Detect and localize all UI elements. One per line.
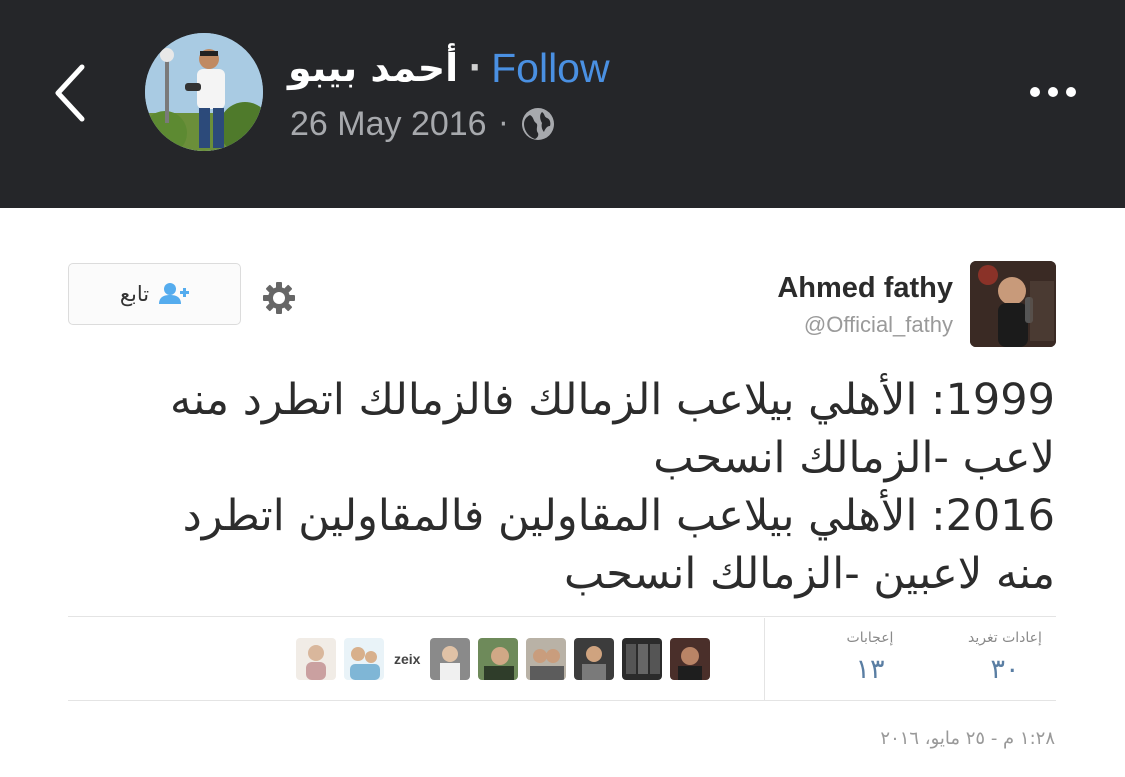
tweet-text: 1999: الأهلي بيلاعب الزمالك فالزمالك اتط… (90, 371, 1055, 603)
tweet-timestamp: ١:٢٨ م - ٢٥ مايو، ٢٠١٦ (880, 728, 1055, 749)
gear-icon (263, 282, 295, 314)
retweets-count: ٣٠ (990, 654, 1020, 685)
liker-avatar (670, 638, 711, 680)
post-date[interactable]: 26 May 2016 (290, 105, 487, 144)
chevron-left-icon (55, 64, 85, 122)
poster-name-line: أحمد بيبو · Follow (288, 40, 610, 96)
post-meta: 26 May 2016 · (290, 102, 556, 146)
likes-count: ١٣ (855, 654, 885, 685)
tweet-screenshot: تابع Ahmed fathy @Official_fathy 1999: ا… (0, 208, 1125, 777)
tweet-text-line: 1999: الأهلي بيلاعب الزمالك فالزمالك اتط… (170, 375, 1055, 425)
more-options-button[interactable] (1018, 72, 1088, 112)
likes-label: إعجابات (846, 630, 894, 646)
globe-icon (522, 108, 555, 140)
liker-avatar (622, 638, 663, 680)
add-user-icon (159, 283, 190, 304)
stats-divider-vertical (764, 618, 765, 700)
more-dots-icon (1030, 87, 1040, 97)
tweet-author-avatar (970, 261, 1056, 347)
liker-avatar (430, 638, 471, 680)
poster-name[interactable]: أحمد بيبو (288, 46, 458, 90)
tweet-author-handle: @Official_fathy (803, 312, 953, 337)
twitter-follow-button: تابع (68, 263, 241, 325)
twitter-follow-label: تابع (119, 282, 150, 306)
stats-divider-bottom (68, 700, 1056, 701)
liker-avatar (478, 638, 519, 680)
likes-stat: إعجابات ١٣ (830, 630, 910, 685)
liker-avatar (574, 638, 615, 680)
meta-separator: · (498, 106, 509, 142)
name-separator: · (468, 48, 482, 88)
tweet-text-line: 2016: الأهلي بيلاعب المقاولين فالمقاولين… (182, 491, 1055, 541)
back-button[interactable] (40, 58, 100, 128)
tweet-settings-button (259, 278, 299, 318)
poster-avatar[interactable] (145, 33, 263, 151)
stats-divider-top (68, 616, 1056, 617)
liker-avatar (526, 638, 567, 680)
liker-avatar (344, 638, 384, 680)
retweets-label: إعادات تغريد (968, 630, 1042, 646)
likers-avatars: zeix (296, 636, 711, 682)
post-header: أحمد بيبو · Follow 26 May 2016 · (0, 0, 1125, 208)
follow-button[interactable]: Follow (491, 45, 609, 92)
tweet-text-line: لاعب -الزمالك انسحب (653, 433, 1055, 483)
liker-name-text: zeix (394, 651, 421, 667)
retweets-stat: إعادات تغريد ٣٠ (950, 630, 1060, 685)
liker-avatar (296, 638, 336, 680)
tweet-text-line: منه لاعبين -الزمالك انسحب (564, 549, 1055, 599)
tweet-author-name: Ahmed fathy (777, 272, 953, 304)
